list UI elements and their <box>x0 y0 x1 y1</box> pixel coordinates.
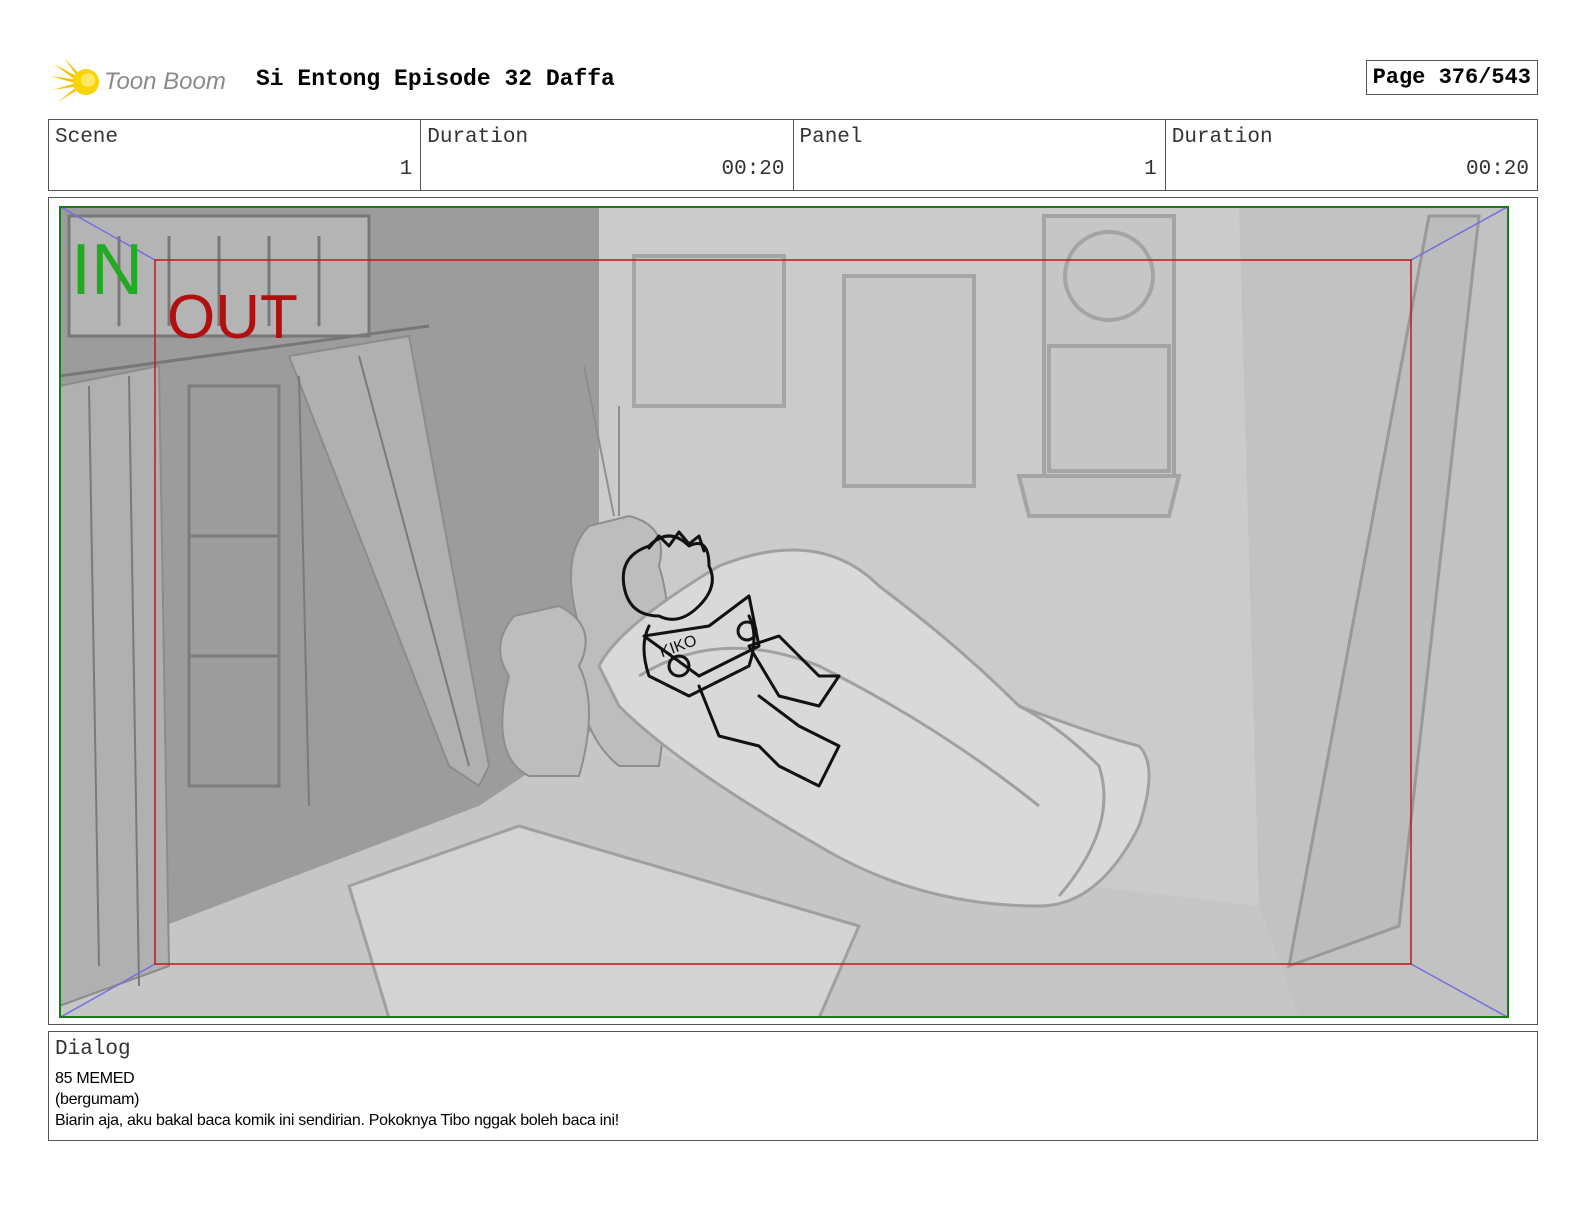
page-indicator: Page 376/543 <box>1365 60 1538 95</box>
panel-duration-cell: Duration 00:20 <box>1166 120 1537 190</box>
out-label: OUT <box>167 283 298 352</box>
burst-icon <box>50 58 99 102</box>
clock-cabinet <box>1016 214 1182 518</box>
toon-boom-logo: Toon Boom <box>50 56 240 108</box>
dialog-character: 85 MEMED <box>55 1070 135 1087</box>
panel-value: 1 <box>1144 158 1157 181</box>
scene-cell: Scene 1 <box>49 120 422 190</box>
panel-duration-value: 00:20 <box>1465 158 1529 181</box>
panel-cell: Panel 1 <box>794 120 1166 190</box>
scene-info-table: Scene 1 Duration 00:20 Panel 1 Duration … <box>48 119 1538 191</box>
scene-duration-label: Duration <box>427 126 529 149</box>
dialog-label: Dialog <box>55 1038 131 1061</box>
scene-duration-value: 00:20 <box>721 158 785 181</box>
project-title: Si Entong Episode 32 Daffa <box>256 66 615 92</box>
panel-label: Panel <box>799 126 863 149</box>
panel-artwork: KIKO IN OUT <box>59 206 1509 1018</box>
logo-text: Toon Boom <box>104 68 226 95</box>
scene-value: 1 <box>399 158 413 181</box>
scene-duration-cell: Duration 00:20 <box>421 120 794 190</box>
scene-label: Scene <box>55 126 119 149</box>
dialog-text: Biarin aja, aku bakal baca komik ini sen… <box>55 1112 619 1129</box>
in-label: IN <box>71 230 143 310</box>
dialog-parenthetical: (bergumam) <box>55 1091 140 1108</box>
page-header: Toon Boom Si Entong Episode 32 Daffa Pag… <box>50 52 1538 112</box>
panel-duration-label: Duration <box>1171 126 1273 149</box>
storyboard-panel: KIKO IN OUT <box>48 197 1538 1025</box>
dialog-box: Dialog 85 MEMED (bergumam) Biarin aja, a… <box>48 1031 1538 1141</box>
